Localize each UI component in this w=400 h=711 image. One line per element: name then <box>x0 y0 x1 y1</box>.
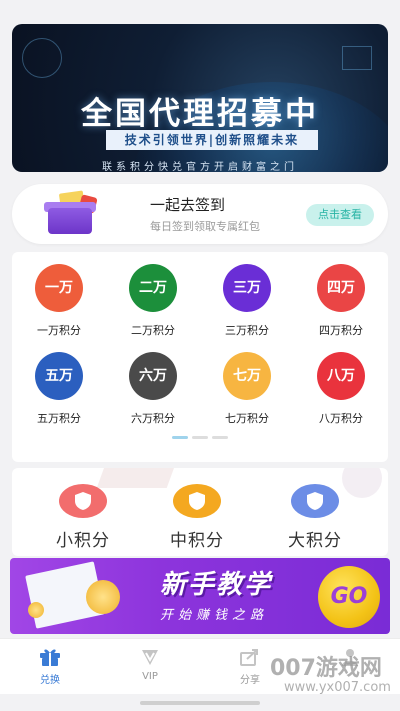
grid-pager <box>172 436 228 439</box>
points-option[interactable]: 二万 二万积分 <box>106 264 200 340</box>
gift-icon <box>40 649 60 666</box>
pager-dot[interactable] <box>192 436 208 439</box>
points-grid: 一万 一万积分 二万 二万积分 三万 三万积分 四万 四万积分 五万 五万积分 六万 六万积分 七万 七万… <box>12 264 388 428</box>
home-indicator <box>140 701 260 705</box>
points-grid-card: 一万 一万积分 二万 二万积分 三万 三万积分 四万 四万积分 五万 五万积分 六万 六万积分 七万 七万… <box>12 252 388 462</box>
tier-name: 小积分 <box>56 531 110 551</box>
go-button[interactable]: GO <box>318 566 380 628</box>
share-icon <box>240 649 258 666</box>
points-badge: 三万 <box>223 264 271 312</box>
shield-icon <box>173 484 221 518</box>
points-option[interactable]: 七万 七万积分 <box>200 352 294 428</box>
tab-label: 分享 <box>240 675 260 686</box>
tier-option[interactable]: 中积分 <box>142 484 252 551</box>
points-label: 一万积分 <box>37 324 81 337</box>
shield-icon <box>59 484 107 518</box>
tier-option[interactable]: 小积分 <box>28 484 138 551</box>
points-tier-card: 小积分 中积分 大积分 <box>12 468 388 556</box>
hud-frame-decoration <box>342 46 372 70</box>
tier-name: 大积分 <box>288 531 342 551</box>
banner-subtitle: 技术引领世界|创新照耀未来 <box>106 130 318 150</box>
signin-title: 一起去签到 <box>150 196 226 214</box>
site-watermark-url: www.yx007.com <box>284 680 391 695</box>
points-option[interactable]: 六万 六万积分 <box>106 352 200 428</box>
tab-exchange[interactable]: 兑换 <box>20 647 80 686</box>
points-label: 五万积分 <box>37 412 81 425</box>
points-badge: 一万 <box>35 264 83 312</box>
recruit-banner[interactable]: 全国代理招募中 技术引领世界|创新照耀未来 联系积分快兑官方开启财富之门 <box>12 24 388 172</box>
site-watermark: 007游戏网 <box>270 656 382 681</box>
points-option[interactable]: 三万 三万积分 <box>200 264 294 340</box>
points-label: 七万积分 <box>225 412 269 425</box>
tutorial-subtitle: 开始赚钱之路 <box>160 608 269 623</box>
points-label: 四万积分 <box>319 324 363 337</box>
tutorial-title: 新手教学 <box>160 570 273 600</box>
points-label: 三万积分 <box>225 324 269 337</box>
points-label: 二万积分 <box>131 324 175 337</box>
points-badge: 七万 <box>223 352 271 400</box>
tab-label: 兑换 <box>40 675 60 686</box>
coin-graphic <box>28 602 44 618</box>
vip-icon <box>142 650 158 665</box>
banner-title: 全国代理招募中 <box>81 96 319 132</box>
signin-description: 每日签到领取专属红包 <box>150 220 260 233</box>
shield-icon <box>291 484 339 518</box>
pager-dot-active[interactable] <box>172 436 188 439</box>
points-badge: 五万 <box>35 352 83 400</box>
signin-card[interactable]: 一起去签到 每日签到领取专属红包 点击查看 <box>12 184 388 244</box>
pager-dot[interactable] <box>212 436 228 439</box>
tier-option[interactable]: 大积分 <box>260 484 370 551</box>
points-label: 六万积分 <box>131 412 175 425</box>
beginner-tutorial-banner[interactable]: 新手教学 开始赚钱之路 GO <box>10 558 390 634</box>
tier-name: 中积分 <box>170 531 224 551</box>
banner-slogan: 联系积分快兑官方开启财富之门 <box>102 162 298 172</box>
points-badge: 二万 <box>129 264 177 312</box>
coin-graphic <box>86 580 120 614</box>
points-option[interactable]: 四万 四万积分 <box>294 264 388 340</box>
gift-box-icon <box>40 190 110 236</box>
points-option[interactable]: 八万 八万积分 <box>294 352 388 428</box>
points-badge: 六万 <box>129 352 177 400</box>
points-option[interactable]: 一万 一万积分 <box>12 264 106 340</box>
points-label: 八万积分 <box>319 412 363 425</box>
view-signin-button[interactable]: 点击查看 <box>306 204 374 226</box>
tab-vip[interactable]: VIP <box>120 647 180 682</box>
points-badge: 八万 <box>317 352 365 400</box>
tab-label: VIP <box>142 671 158 682</box>
points-option[interactable]: 五万 五万积分 <box>12 352 106 428</box>
hud-circle-decoration <box>22 38 62 78</box>
points-badge: 四万 <box>317 264 365 312</box>
